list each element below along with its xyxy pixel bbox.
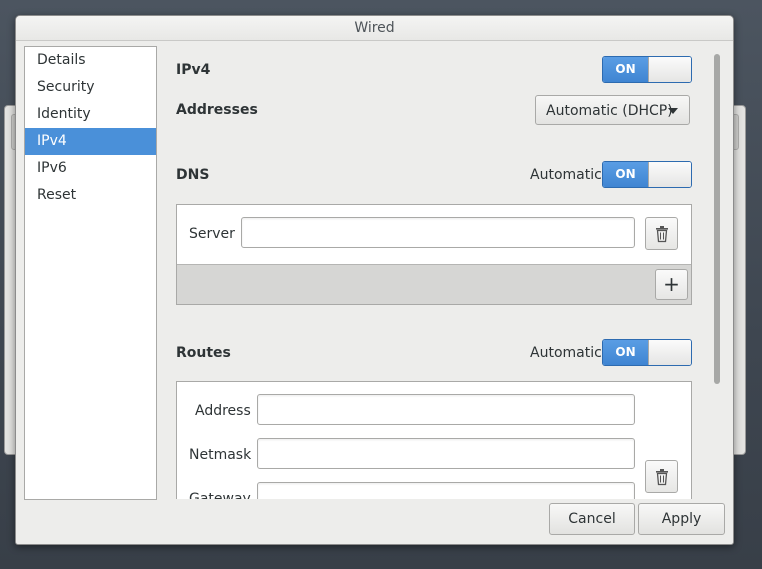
- content-scrollbar[interactable]: [713, 46, 722, 499]
- dns-heading: DNS: [176, 167, 210, 183]
- dns-automatic-label: Automatic: [530, 167, 602, 183]
- sidebar-item-label: Reset: [37, 187, 77, 203]
- cancel-button[interactable]: Cancel: [549, 503, 635, 535]
- dropdown-arrow-icon: [668, 108, 678, 114]
- sidebar-item-label: Details: [37, 52, 86, 68]
- ipv4-toggle[interactable]: ON: [602, 56, 692, 83]
- routes-heading: Routes: [176, 345, 231, 361]
- toggle-on-label: ON: [603, 340, 648, 365]
- routes-automatic-label: Automatic: [530, 345, 602, 361]
- dialog-titlebar: Wired: [16, 16, 733, 41]
- addresses-method-value: Automatic (DHCP): [546, 103, 673, 119]
- toggle-knob: [648, 162, 691, 187]
- sidebar-item-ipv4[interactable]: IPv4: [25, 128, 156, 155]
- route-gateway-input[interactable]: [257, 482, 635, 499]
- toggle-knob: [648, 57, 691, 82]
- route-delete-button[interactable]: [645, 460, 678, 493]
- ipv4-settings-page: IPv4 ON Addresses Automatic (DHCP) DNS A…: [156, 46, 716, 499]
- dns-server-panel: Server +: [176, 204, 692, 305]
- routes-panel: Address Netmask Gateway: [176, 381, 692, 499]
- sidebar-item-label: Security: [37, 79, 95, 95]
- toggle-knob: [648, 340, 691, 365]
- sidebar-item-reset[interactable]: Reset: [25, 182, 156, 209]
- settings-sidebar: Details Security Identity IPv4 IPv6 Rese…: [24, 46, 157, 500]
- route-netmask-label: Netmask: [189, 447, 252, 463]
- network-settings-dialog: Wired Details Security Identity IPv4 IPv…: [15, 15, 734, 545]
- toggle-on-label: ON: [603, 57, 648, 82]
- dns-server-input[interactable]: [241, 217, 635, 248]
- route-address-label: Address: [195, 403, 251, 419]
- dns-server-delete-button[interactable]: [645, 217, 678, 250]
- sidebar-item-label: IPv4: [37, 133, 67, 149]
- route-address-input[interactable]: [257, 394, 635, 425]
- sidebar-item-label: IPv6: [37, 160, 67, 176]
- addresses-method-dropdown[interactable]: Automatic (DHCP): [535, 95, 690, 125]
- sidebar-item-security[interactable]: Security: [25, 74, 156, 101]
- scrollbar-thumb[interactable]: [714, 54, 720, 384]
- apply-button[interactable]: Apply: [638, 503, 725, 535]
- route-gateway-label: Gateway: [189, 491, 251, 499]
- route-netmask-input[interactable]: [257, 438, 635, 469]
- dns-server-label: Server: [189, 226, 235, 242]
- dialog-title: Wired: [354, 20, 395, 36]
- sidebar-item-ipv6[interactable]: IPv6: [25, 155, 156, 182]
- dns-add-server-button[interactable]: +: [655, 269, 688, 300]
- sidebar-item-details[interactable]: Details: [25, 47, 156, 74]
- routes-automatic-toggle[interactable]: ON: [602, 339, 692, 366]
- sidebar-item-label: Identity: [37, 106, 91, 122]
- trash-icon: [656, 226, 668, 243]
- addresses-label: Addresses: [176, 102, 258, 118]
- dns-panel-footer: +: [177, 264, 691, 304]
- trash-icon: [656, 469, 668, 486]
- sidebar-item-identity[interactable]: Identity: [25, 101, 156, 128]
- ipv4-heading: IPv4: [176, 62, 211, 78]
- dns-automatic-toggle[interactable]: ON: [602, 161, 692, 188]
- toggle-on-label: ON: [603, 162, 648, 187]
